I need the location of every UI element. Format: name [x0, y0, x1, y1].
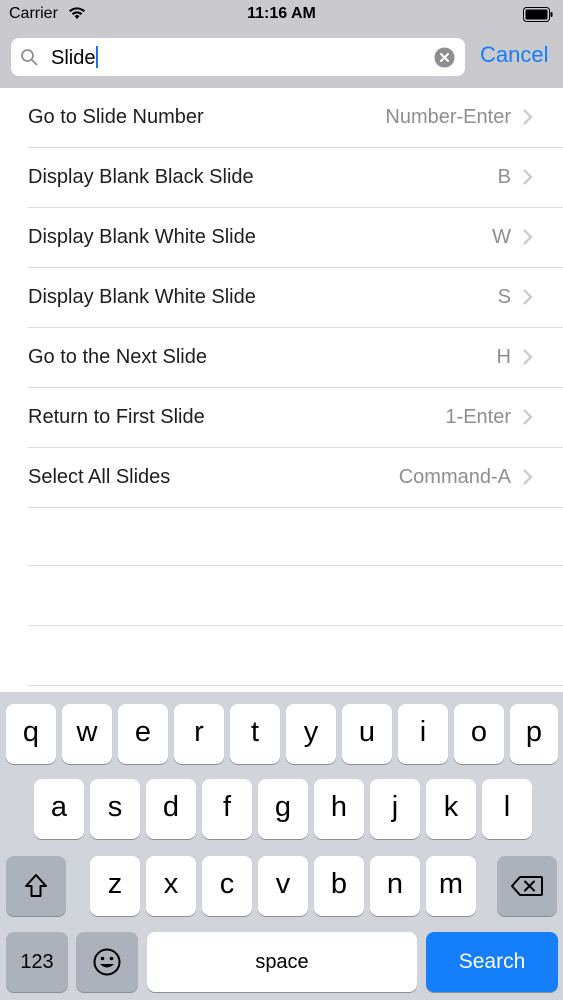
chevron-right-icon: [523, 229, 533, 245]
delete-button[interactable]: [497, 856, 557, 916]
list-item[interactable]: Display Blank Black Slide B: [28, 148, 563, 208]
key-z[interactable]: z: [90, 856, 140, 916]
list-item[interactable]: Select All Slides Command-A: [28, 448, 563, 508]
search-input[interactable]: Slide: [11, 38, 465, 76]
key-p[interactable]: p: [510, 704, 558, 764]
item-shortcut: Number-Enter: [385, 106, 511, 128]
key-d[interactable]: d: [146, 779, 196, 839]
list-item[interactable]: Go to the Next Slide H: [28, 328, 563, 388]
key-e[interactable]: e: [118, 704, 168, 764]
key-i[interactable]: i: [398, 704, 448, 764]
key-w[interactable]: w: [62, 704, 112, 764]
status-bar: Carrier 11:16 AM: [0, 0, 563, 30]
item-label: Go to Slide Number: [28, 106, 204, 128]
search-header: Carrier 11:16 AM Slide Cancel: [0, 0, 563, 88]
item-label: Go to the Next Slide: [28, 346, 207, 368]
key-m[interactable]: m: [426, 856, 476, 916]
item-shortcut: H: [496, 346, 511, 368]
list-item[interactable]: Display Blank White Slide S: [28, 268, 563, 328]
item-label: Display Blank White Slide: [28, 286, 256, 308]
item-shortcut: 1-Enter: [445, 406, 511, 428]
numbers-button[interactable]: 123: [6, 932, 68, 992]
list-item[interactable]: Go to Slide Number Number-Enter: [28, 88, 563, 148]
item-shortcut: Command-A: [398, 466, 511, 488]
key-r[interactable]: r: [174, 704, 224, 764]
key-s[interactable]: s: [90, 779, 140, 839]
results-list: Go to Slide Number Number-Enter Display …: [0, 88, 563, 692]
text-caret: [96, 46, 99, 68]
emoji-button[interactable]: [76, 932, 138, 992]
item-shortcut: W: [492, 226, 511, 248]
key-q[interactable]: q: [6, 704, 56, 764]
key-h[interactable]: h: [314, 779, 364, 839]
key-j[interactable]: j: [370, 779, 420, 839]
item-shortcut: B: [497, 166, 511, 188]
key-k[interactable]: k: [426, 779, 476, 839]
item-label: Return to First Slide: [28, 406, 205, 428]
shift-button[interactable]: [6, 856, 66, 916]
key-y[interactable]: y: [286, 704, 336, 764]
chevron-right-icon: [523, 289, 533, 305]
key-b[interactable]: b: [314, 856, 364, 916]
list-item[interactable]: Return to First Slide 1-Enter: [28, 388, 563, 448]
chevron-right-icon: [523, 469, 533, 485]
keyboard: q w e r t y u i o p a s d f g h j k l z …: [0, 692, 563, 1000]
key-n[interactable]: n: [370, 856, 420, 916]
key-l[interactable]: l: [482, 779, 532, 839]
empty-row: [28, 626, 563, 686]
shift-icon: [25, 874, 47, 897]
battery-icon: [523, 7, 553, 22]
chevron-right-icon: [523, 169, 533, 185]
empty-row: [28, 566, 563, 626]
key-v[interactable]: v: [258, 856, 308, 916]
key-o[interactable]: o: [454, 704, 504, 764]
key-g[interactable]: g: [258, 779, 308, 839]
search-icon: [21, 49, 38, 66]
chevron-right-icon: [523, 349, 533, 365]
item-label: Display Blank White Slide: [28, 226, 256, 248]
search-button[interactable]: Search: [426, 932, 558, 992]
key-x[interactable]: x: [146, 856, 196, 916]
chevron-right-icon: [523, 109, 533, 125]
chevron-right-icon: [523, 409, 533, 425]
clear-icon[interactable]: [434, 47, 455, 68]
delete-icon: [511, 876, 543, 896]
key-f[interactable]: f: [202, 779, 252, 839]
list-item[interactable]: Display Blank White Slide W: [28, 208, 563, 268]
empty-row: [28, 506, 563, 566]
emoji-icon: [93, 948, 121, 976]
clock: 11:16 AM: [247, 5, 316, 22]
key-u[interactable]: u: [342, 704, 392, 764]
cancel-button[interactable]: Cancel: [480, 42, 548, 68]
item-label: Display Blank Black Slide: [28, 166, 254, 188]
key-a[interactable]: a: [34, 779, 84, 839]
key-c[interactable]: c: [202, 856, 252, 916]
key-t[interactable]: t: [230, 704, 280, 764]
search-input-value[interactable]: Slide: [51, 46, 99, 70]
space-bar[interactable]: space: [147, 932, 417, 992]
item-label: Select All Slides: [28, 466, 171, 488]
item-shortcut: S: [497, 286, 511, 308]
